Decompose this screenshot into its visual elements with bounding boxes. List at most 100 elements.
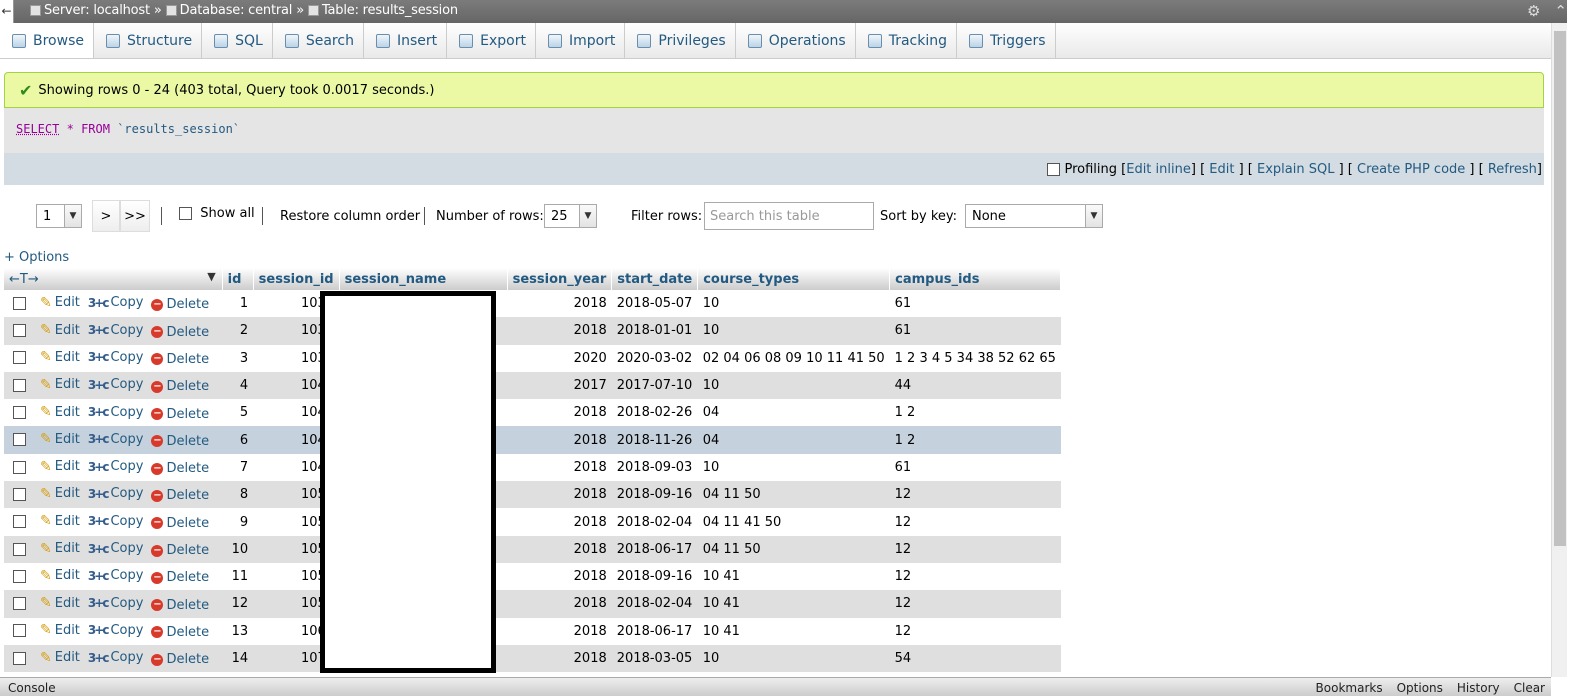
row-edit-link[interactable]: ✎ Edit bbox=[40, 322, 80, 338]
cell-course-types[interactable]: 04 bbox=[697, 399, 890, 427]
table-row[interactable]: ✎ Edit 3+c Copy − Delete 10 1057 2018 2018-06-17 0… bbox=[4, 535, 1061, 563]
options-link[interactable]: + Options bbox=[4, 250, 69, 265]
row-copy-link[interactable]: 3+c Copy bbox=[88, 596, 144, 611]
cell-session-year[interactable]: 2018 bbox=[507, 426, 612, 454]
cell-id[interactable]: 6 bbox=[222, 426, 254, 454]
cell-id[interactable]: 11 bbox=[222, 562, 254, 591]
cell-id[interactable]: 8 bbox=[222, 481, 254, 509]
back-arrow-icon[interactable]: ← bbox=[0, 0, 14, 23]
cell-course-types[interactable]: 04 11 41 50 bbox=[697, 508, 890, 536]
cell-course-types[interactable]: 02 04 06 08 09 10 11 41 50 bbox=[697, 344, 890, 372]
table-row[interactable]: ✎ Edit 3+c Copy − Delete 4 1040 2017 2017-07-10 10… bbox=[4, 371, 1061, 400]
cell-id[interactable]: 3 bbox=[222, 344, 254, 372]
row-checkbox[interactable] bbox=[13, 515, 26, 529]
console-history-link[interactable]: History bbox=[1457, 681, 1500, 695]
row-copy-link[interactable]: 3+c Copy bbox=[88, 623, 144, 638]
console-toggle[interactable]: Console bbox=[8, 681, 56, 695]
table-row[interactable]: ✎ Edit 3+c Copy − Delete 9 1056 2018 2018-02-04 04… bbox=[4, 508, 1061, 536]
scrollbar-thumb[interactable] bbox=[1554, 31, 1566, 546]
tab-sql[interactable]: SQL bbox=[202, 23, 273, 58]
table-row[interactable]: ✎ Edit 3+c Copy − Delete 3 1035 2020 2020-03-02 02… bbox=[4, 344, 1061, 372]
row-delete-link[interactable]: − Delete bbox=[151, 488, 209, 503]
row-copy-link[interactable]: 3+c Copy bbox=[88, 323, 144, 338]
cell-start-date[interactable]: 2018-09-16 bbox=[611, 481, 698, 509]
row-copy-link[interactable]: 3+c Copy bbox=[88, 568, 144, 583]
restore-column-order-button[interactable]: Restore column order bbox=[280, 209, 420, 224]
next-page-button[interactable]: > bbox=[92, 200, 120, 232]
column-header-session-id[interactable]: session_id bbox=[253, 268, 340, 290]
row-checkbox[interactable] bbox=[13, 406, 26, 420]
row-checkbox[interactable] bbox=[13, 324, 26, 338]
column-header-campus-ids[interactable]: campus_ids bbox=[889, 268, 1062, 290]
cell-start-date[interactable]: 2018-03-05 bbox=[611, 644, 698, 673]
cell-start-date[interactable]: 2018-09-03 bbox=[611, 453, 698, 482]
cell-course-types[interactable]: 10 bbox=[697, 317, 890, 345]
vertical-scrollbar[interactable] bbox=[1551, 23, 1567, 677]
cell-start-date[interactable]: 2018-02-04 bbox=[611, 590, 698, 618]
cell-id[interactable]: 5 bbox=[222, 399, 254, 427]
row-delete-link[interactable]: − Delete bbox=[151, 407, 209, 422]
column-header-id[interactable]: id bbox=[222, 268, 254, 290]
table-row[interactable]: ✎ Edit 3+c Copy − Delete 6 1043 2018 2018-11-26 04… bbox=[4, 426, 1061, 454]
row-delete-link[interactable]: − Delete bbox=[151, 325, 209, 340]
cell-session-year[interactable]: 2018 bbox=[507, 481, 612, 509]
edit-link[interactable]: Edit bbox=[1209, 162, 1234, 177]
sort-by-key-select[interactable]: None ▼ bbox=[965, 204, 1103, 228]
cell-id[interactable]: 1 bbox=[222, 290, 254, 318]
cell-start-date[interactable]: 2018-02-04 bbox=[611, 508, 698, 536]
cell-id[interactable]: 14 bbox=[222, 644, 254, 673]
cell-id[interactable]: 10 bbox=[222, 535, 254, 563]
row-copy-link[interactable]: 3+c Copy bbox=[88, 432, 144, 447]
row-checkbox[interactable] bbox=[13, 378, 26, 392]
tab-browse[interactable]: Browse bbox=[0, 23, 94, 58]
cell-campus-ids[interactable]: 1 2 bbox=[889, 426, 1061, 454]
gear-icon[interactable]: ⚙ bbox=[1527, 2, 1540, 20]
cell-course-types[interactable]: 10 41 bbox=[697, 617, 890, 645]
row-delete-link[interactable]: − Delete bbox=[151, 598, 209, 613]
column-header-start-date[interactable]: start_date bbox=[611, 268, 699, 290]
row-copy-link[interactable]: 3+c Copy bbox=[88, 459, 144, 474]
row-edit-link[interactable]: ✎ Edit bbox=[40, 541, 80, 557]
collapse-icon[interactable]: ⌃ bbox=[1554, 2, 1567, 20]
explain-sql-link[interactable]: Explain SQL bbox=[1257, 162, 1334, 177]
cell-session-year[interactable]: 2018 bbox=[507, 317, 612, 345]
row-edit-link[interactable]: ✎ Edit bbox=[40, 377, 80, 393]
cell-session-year[interactable]: 2018 bbox=[507, 535, 612, 563]
last-page-button[interactable]: >> bbox=[120, 200, 150, 232]
row-copy-link[interactable]: 3+c Copy bbox=[88, 514, 144, 529]
cell-start-date[interactable]: 2018-02-26 bbox=[611, 399, 698, 427]
row-checkbox[interactable] bbox=[13, 542, 26, 556]
page-select[interactable]: 1 ▼ bbox=[36, 204, 82, 228]
cell-campus-ids[interactable]: 12 bbox=[889, 535, 1061, 563]
cell-start-date[interactable]: 2017-07-10 bbox=[611, 371, 698, 400]
row-copy-link[interactable]: 3+c Copy bbox=[88, 541, 144, 556]
cell-start-date[interactable]: 2018-06-17 bbox=[611, 617, 698, 645]
table-row[interactable]: ✎ Edit 3+c Copy − Delete 11 1058 2018 2018-09-16 1… bbox=[4, 562, 1061, 591]
cell-id[interactable]: 7 bbox=[222, 453, 254, 482]
row-checkbox[interactable] bbox=[13, 351, 26, 365]
cell-session-year[interactable]: 2018 bbox=[507, 399, 612, 427]
cell-session-year[interactable]: 2018 bbox=[507, 453, 612, 482]
row-edit-link[interactable]: ✎ Edit bbox=[40, 568, 80, 584]
cell-start-date[interactable]: 2018-09-16 bbox=[611, 562, 698, 591]
column-arrows[interactable]: ←T→ ▼ bbox=[4, 268, 223, 290]
row-delete-link[interactable]: − Delete bbox=[151, 434, 209, 449]
tab-structure[interactable]: Structure bbox=[94, 23, 203, 58]
cell-start-date[interactable]: 2020-03-02 bbox=[611, 344, 698, 372]
row-delete-link[interactable]: − Delete bbox=[151, 352, 209, 367]
tab-import[interactable]: Import bbox=[536, 23, 626, 58]
cell-campus-ids[interactable]: 61 bbox=[889, 290, 1061, 318]
row-copy-link[interactable]: 3+c Copy bbox=[88, 350, 144, 365]
tab-operations[interactable]: Operations bbox=[736, 23, 856, 58]
cell-session-year[interactable]: 2018 bbox=[507, 590, 612, 618]
row-copy-link[interactable]: 3+c Copy bbox=[88, 405, 144, 420]
cell-course-types[interactable]: 04 11 50 bbox=[697, 481, 890, 509]
filter-rows-input[interactable] bbox=[704, 202, 874, 230]
profiling-checkbox[interactable] bbox=[1047, 162, 1061, 176]
cell-course-types[interactable]: 10 41 bbox=[697, 562, 890, 591]
cell-start-date[interactable]: 2018-01-01 bbox=[611, 317, 698, 345]
row-delete-link[interactable]: − Delete bbox=[151, 297, 209, 312]
row-delete-link[interactable]: − Delete bbox=[151, 461, 209, 476]
row-edit-link[interactable]: ✎ Edit bbox=[40, 404, 80, 420]
cell-course-types[interactable]: 04 11 50 bbox=[697, 535, 890, 563]
